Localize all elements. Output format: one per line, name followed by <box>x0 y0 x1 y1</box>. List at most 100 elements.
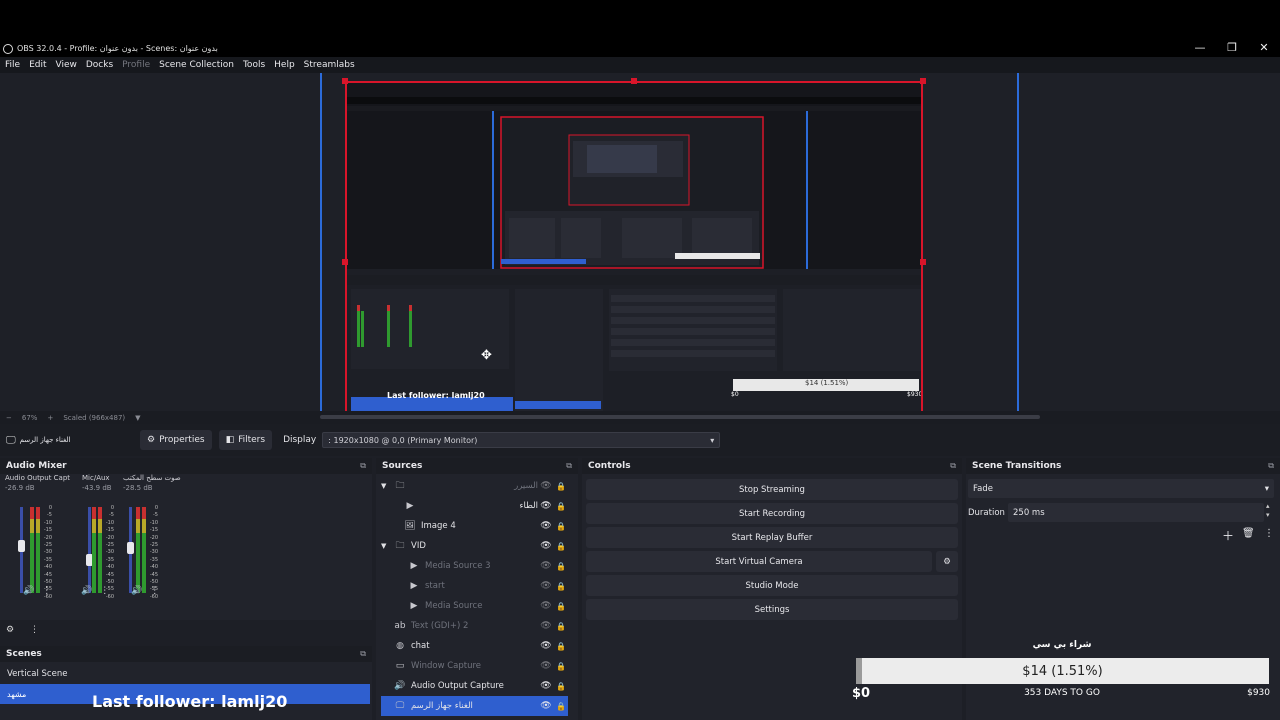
follower-overlay: Last follower: lamlj20 <box>92 692 288 711</box>
source-row[interactable]: ▶ الطاء 👁 🔒 <box>381 496 568 516</box>
menu-docks[interactable]: Docks <box>86 60 113 70</box>
eye-icon[interactable]: 👁 <box>538 621 554 631</box>
filters-label: Filters <box>238 435 266 445</box>
lock-icon[interactable]: 🔒 <box>554 562 568 571</box>
fader-knob[interactable] <box>18 539 25 552</box>
maximize-icon[interactable]: ❐ <box>1216 40 1248 57</box>
transition-select[interactable]: Fade ▾ <box>968 479 1274 498</box>
source-row[interactable]: ▶ Media Source 👁 🔒 <box>381 596 568 616</box>
eye-icon[interactable]: 👁 <box>538 641 554 651</box>
start-replay-buffer-button[interactable]: Start Replay Buffer <box>586 527 958 548</box>
fader-knob[interactable] <box>127 542 134 555</box>
source-row[interactable]: ab Text (GDI+) 2 👁 🔒 <box>381 616 568 636</box>
speaker-icon[interactable]: 🔊 <box>81 586 92 596</box>
undock-icon[interactable]: ⧉ <box>360 461 366 471</box>
resize-handle-t[interactable] <box>631 78 637 84</box>
kebab-menu-icon[interactable]: ⋮ <box>150 586 159 596</box>
virtual-camera-settings-button[interactable]: ⚙ <box>936 551 958 572</box>
expand-arrow-icon[interactable]: ▼ <box>381 542 393 550</box>
duration-stepper-icon[interactable]: ▴ ▾ <box>1266 502 1270 520</box>
eye-icon[interactable]: 👁 <box>538 481 554 491</box>
eye-icon[interactable]: 👁 <box>538 581 554 591</box>
lock-icon[interactable]: 🔒 <box>554 542 568 551</box>
undock-icon[interactable]: ⧉ <box>950 461 956 471</box>
eye-icon[interactable]: 👁 <box>538 561 554 571</box>
trash-icon[interactable]: 🗑 <box>1242 528 1255 539</box>
preview-canvas[interactable]: Last follower: lamlj20 $14 (1.51%) $0 $9… <box>0 73 1280 411</box>
eye-icon[interactable]: 👁 <box>538 541 554 551</box>
source-row[interactable]: 🔊 Audio Output Capture 👁 🔒 <box>381 676 568 696</box>
undock-icon[interactable]: ⧉ <box>360 649 366 659</box>
volume-fader[interactable] <box>88 507 91 593</box>
display-select[interactable]: : 1920x1080 @ 0,0 (Primary Monitor) ▾ <box>322 432 721 448</box>
eye-icon[interactable]: 👁 <box>538 521 554 531</box>
source-row[interactable]: ▭ Window Capture 👁 🔒 <box>381 656 568 676</box>
close-icon[interactable]: ✕ <box>1248 40 1280 57</box>
zoom-in-icon[interactable]: + <box>47 414 53 422</box>
undock-icon[interactable]: ⧉ <box>1268 461 1274 471</box>
lock-icon[interactable]: 🔒 <box>554 522 568 531</box>
menu-edit[interactable]: Edit <box>29 60 46 70</box>
duration-input[interactable]: 250 ms <box>1008 503 1264 522</box>
menu-scene-collection[interactable]: Scene Collection <box>159 60 234 70</box>
stop-streaming-button[interactable]: Stop Streaming <box>586 479 958 500</box>
kebab-menu-icon[interactable]: ⋮ <box>100 586 109 596</box>
source-toolbar: 🖵 الغناء جهاز الرسم ⚙ Properties ◧ Filte… <box>0 424 1280 456</box>
start-virtual-camera-button[interactable]: Start Virtual Camera <box>586 551 932 572</box>
mixer-menu-icon[interactable]: ⋮ <box>30 625 39 635</box>
menu-profile[interactable]: Profile <box>122 60 150 70</box>
play-icon: ▶ <box>410 581 418 591</box>
menu-tools[interactable]: Tools <box>243 60 265 70</box>
source-row[interactable]: ◍ chat 👁 🔒 <box>381 636 568 656</box>
eye-icon[interactable]: 👁 <box>538 701 554 711</box>
resize-handle-l[interactable] <box>342 259 348 265</box>
menu-help[interactable]: Help <box>274 60 295 70</box>
source-row[interactable]: ▶ start 👁 🔒 <box>381 576 568 596</box>
mixer-settings-icon[interactable]: ⚙ <box>6 625 14 635</box>
lock-icon[interactable]: 🔒 <box>554 622 568 631</box>
speaker-icon[interactable]: 🔊 <box>131 586 142 596</box>
settings-button[interactable]: Settings <box>586 599 958 620</box>
source-row[interactable]: ▼ 🗀 السيرر 👁 🔒 <box>381 476 568 496</box>
speaker-icon[interactable]: 🔊 <box>23 586 34 596</box>
minimize-icon[interactable]: — <box>1184 40 1216 57</box>
scale-dropdown-icon[interactable]: ▼ <box>135 414 140 422</box>
eye-icon[interactable]: 👁 <box>538 501 554 511</box>
zoom-out-icon[interactable]: − <box>6 414 12 422</box>
source-row[interactable]: ▶ Media Source 3 👁 🔒 <box>381 556 568 576</box>
add-icon[interactable]: ＋ <box>1222 527 1234 544</box>
preview-scrollbar[interactable] <box>320 415 1040 419</box>
eye-icon[interactable]: 👁 <box>538 601 554 611</box>
kebab-menu-icon[interactable]: ⋮ <box>42 586 51 596</box>
menu-file[interactable]: File <box>5 60 20 70</box>
lock-icon[interactable]: 🔒 <box>554 482 568 491</box>
source-row[interactable]: 🖼 Image 4 👁 🔒 <box>381 516 568 536</box>
menu-streamlabs[interactable]: Streamlabs <box>304 60 355 70</box>
lock-icon[interactable]: 🔒 <box>554 662 568 671</box>
start-recording-button[interactable]: Start Recording <box>586 503 958 524</box>
resize-handle-tr[interactable] <box>920 78 926 84</box>
properties-button[interactable]: ⚙ Properties <box>140 430 212 450</box>
selected-source-frame[interactable]: Last follower: lamlj20 $14 (1.51%) $0 $9… <box>345 81 923 411</box>
lock-icon[interactable]: 🔒 <box>554 602 568 611</box>
gear-icon: ⚙ <box>943 556 951 567</box>
kebab-menu-icon[interactable]: ⋮ <box>1264 528 1274 539</box>
eye-icon[interactable]: 👁 <box>538 661 554 671</box>
source-row[interactable]: 🖵 الغناء جهاز الرسم 👁 🔒 <box>381 696 568 716</box>
menu-view[interactable]: View <box>56 60 77 70</box>
lock-icon[interactable]: 🔒 <box>554 702 568 711</box>
filters-button[interactable]: ◧ Filters <box>218 430 273 450</box>
resize-handle-tl[interactable] <box>342 78 348 84</box>
channel-buttons-1: 🔊 ⋮ <box>23 586 51 596</box>
expand-arrow-icon[interactable]: ▼ <box>381 482 393 490</box>
source-row[interactable]: ▼ 🗀 VID 👁 🔒 <box>381 536 568 556</box>
scene-item[interactable]: Vertical Scene <box>0 664 370 683</box>
lock-icon[interactable]: 🔒 <box>554 582 568 591</box>
resize-handle-r[interactable] <box>920 259 926 265</box>
lock-icon[interactable]: 🔒 <box>554 682 568 691</box>
studio-mode-button[interactable]: Studio Mode <box>586 575 958 596</box>
lock-icon[interactable]: 🔒 <box>554 642 568 651</box>
lock-icon[interactable]: 🔒 <box>554 502 568 511</box>
eye-icon[interactable]: 👁 <box>538 681 554 691</box>
undock-icon[interactable]: ⧉ <box>566 461 572 471</box>
